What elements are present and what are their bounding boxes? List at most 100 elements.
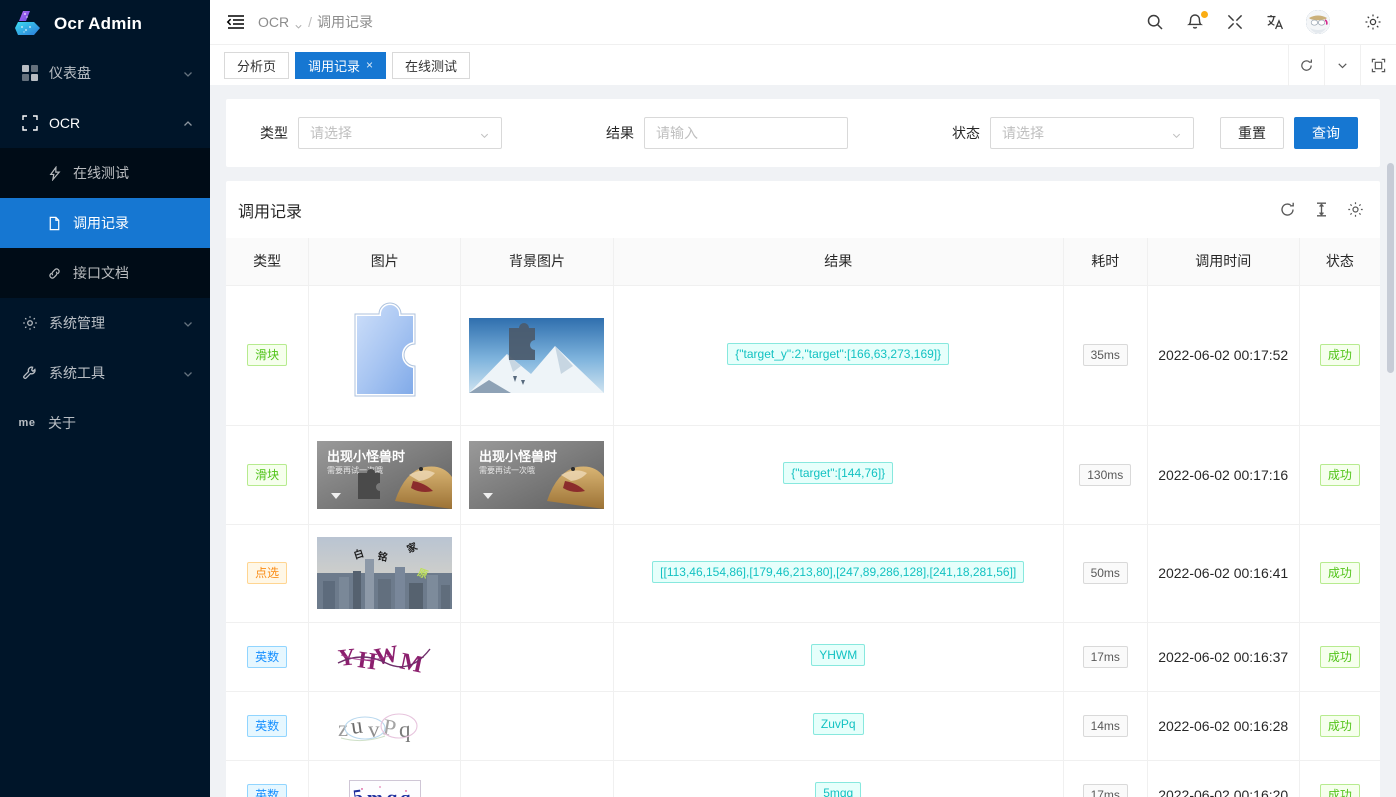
- city-skyline-thumbnail[interactable]: 白 铭 家 原: [317, 537, 452, 609]
- type-tag: 滑块: [247, 464, 287, 486]
- avatar[interactable]: [1306, 10, 1330, 34]
- duration-tag: 17ms: [1083, 784, 1128, 797]
- cell-time: 2022-06-02 00:16:41: [1147, 524, 1299, 622]
- sidebar-item-label: 关于: [48, 413, 194, 433]
- me-text-icon: me: [16, 417, 38, 429]
- type-tag: 英数: [247, 646, 287, 668]
- fullscreen-icon[interactable]: [1360, 45, 1396, 86]
- cell-image: [309, 285, 461, 425]
- tab-strip: 分析页 调用记录 × 在线测试: [210, 44, 1396, 85]
- column-header-result[interactable]: 结果: [613, 238, 1063, 285]
- bell-icon[interactable]: [1186, 13, 1204, 31]
- column-header-background[interactable]: 背景图片: [461, 238, 613, 285]
- sidebar-item-online-test[interactable]: 在线测试: [0, 148, 210, 198]
- chevron-down-icon: [1171, 128, 1182, 139]
- breadcrumb-separator: /: [308, 14, 312, 30]
- filter-result-label: 结果: [582, 123, 644, 143]
- chevron-down-icon[interactable]: [294, 18, 303, 27]
- column-header-type[interactable]: 类型: [226, 238, 309, 285]
- sidebar-item-api-docs[interactable]: 接口文档: [0, 248, 210, 298]
- puzzle-piece-thumbnail[interactable]: [337, 300, 432, 410]
- column-height-icon[interactable]: [1313, 201, 1330, 218]
- scrollbar-thumb[interactable]: [1387, 163, 1394, 373]
- chevron-down-icon: [182, 367, 194, 379]
- fullscreen-exit-icon[interactable]: [1226, 13, 1244, 31]
- tab-call-records[interactable]: 调用记录 ×: [295, 52, 386, 79]
- cell-duration: 130ms: [1063, 425, 1147, 524]
- sidebar-item-dashboard[interactable]: 仪表盘: [0, 48, 210, 98]
- sidebar-item-call-records[interactable]: 调用记录: [0, 198, 210, 248]
- cell-time: 2022-06-02 00:16:28: [1147, 691, 1299, 760]
- filter-status: 状态 请选择: [928, 117, 1194, 149]
- cell-type: 英数: [226, 760, 309, 797]
- sidebar-item-label: OCR: [49, 115, 171, 131]
- cell-result: 5mqq: [613, 760, 1063, 797]
- captcha-5mqq-thumbnail[interactable]: 5 m q q: [349, 780, 421, 797]
- refresh-icon[interactable]: [1288, 45, 1324, 86]
- filter-result: 结果 请输入: [582, 117, 848, 149]
- dinosaur-slider-thumbnail[interactable]: 出现小怪兽时 需要再试一次哦: [317, 441, 452, 509]
- column-header-image[interactable]: 图片: [309, 238, 461, 285]
- query-button[interactable]: 查询: [1294, 117, 1358, 149]
- cell-duration: 17ms: [1063, 622, 1147, 691]
- table-head: 类型 图片 背景图片 结果 耗时 调用时间 状态: [226, 238, 1380, 285]
- table-header-bar: 调用记录: [226, 181, 1380, 238]
- gear-icon[interactable]: [1347, 201, 1364, 218]
- result-input[interactable]: 请输入: [644, 117, 848, 149]
- topbar-icons: [1146, 10, 1382, 34]
- sidebar-logo[interactable]: Ocr Admin: [0, 0, 210, 48]
- status-select-value: 请选择: [1002, 123, 1044, 143]
- vertical-scrollbar[interactable]: [1387, 85, 1394, 797]
- type-select-value: 请选择: [310, 123, 352, 143]
- tab-strip-controls: [1288, 45, 1396, 86]
- cell-result: {"target":[144,76]}: [613, 425, 1063, 524]
- cell-time: 2022-06-02 00:16:37: [1147, 622, 1299, 691]
- reset-button[interactable]: 重置: [1220, 117, 1284, 149]
- table-row[interactable]: 英数 z u v P: [226, 691, 1380, 760]
- close-icon[interactable]: ×: [366, 58, 373, 72]
- breadcrumb-root[interactable]: OCR: [258, 14, 289, 30]
- tab-label: 在线测试: [405, 56, 457, 75]
- menu-fold-icon[interactable]: [226, 12, 246, 32]
- table-row[interactable]: 英数 Y H W M: [226, 622, 1380, 691]
- svg-text:出现小怪兽时: 出现小怪兽时: [479, 449, 557, 464]
- status-select[interactable]: 请选择: [990, 117, 1194, 149]
- type-select[interactable]: 请选择: [298, 117, 502, 149]
- cell-background: 出现小怪兽时 需要再试一次哦: [461, 425, 613, 524]
- chevron-up-icon: [182, 117, 194, 129]
- sidebar-item-label: 系统工具: [49, 363, 171, 383]
- duration-tag: 17ms: [1083, 646, 1128, 668]
- snow-mountain-thumbnail[interactable]: [469, 318, 604, 393]
- topbar: OCR / 调用记录: [210, 0, 1396, 44]
- table-row[interactable]: 滑块: [226, 285, 1380, 425]
- gear-icon[interactable]: [1364, 13, 1382, 31]
- tab-online-test[interactable]: 在线测试: [392, 52, 470, 79]
- chevron-down-icon: [182, 317, 194, 329]
- refresh-icon[interactable]: [1279, 201, 1296, 218]
- captcha-zuvpq-thumbnail[interactable]: z u v P q: [335, 708, 435, 744]
- column-header-status[interactable]: 状态: [1299, 238, 1380, 285]
- sidebar-item-ocr[interactable]: OCR: [0, 98, 210, 148]
- tab-analysis[interactable]: 分析页: [224, 52, 289, 79]
- table-row[interactable]: 英数 5 m q q: [226, 760, 1380, 797]
- cell-image: 5 m q q: [309, 760, 461, 797]
- chevron-down-icon[interactable]: [1324, 45, 1360, 86]
- sidebar-item-system-tools[interactable]: 系统工具: [0, 348, 210, 398]
- column-header-duration[interactable]: 耗时: [1063, 238, 1147, 285]
- sidebar-item-system-manage[interactable]: 系统管理: [0, 298, 210, 348]
- table-row[interactable]: 滑块: [226, 425, 1380, 524]
- sidebar-item-about[interactable]: me 关于: [0, 398, 210, 448]
- table-row[interactable]: 点选: [226, 524, 1380, 622]
- translate-icon[interactable]: [1266, 13, 1284, 31]
- ocr-logo-icon: [14, 9, 44, 39]
- captcha-yhwm-thumbnail[interactable]: Y H W M: [335, 639, 435, 675]
- cell-result: YHWM: [613, 622, 1063, 691]
- dinosaur-background-thumbnail[interactable]: 出现小怪兽时 需要再试一次哦: [469, 441, 604, 509]
- cell-result: ZuvPq: [613, 691, 1063, 760]
- cell-image: Y H W M: [309, 622, 461, 691]
- table-body: 滑块: [226, 285, 1380, 797]
- cell-status: 成功: [1299, 524, 1380, 622]
- column-header-time[interactable]: 调用时间: [1147, 238, 1299, 285]
- search-icon[interactable]: [1146, 13, 1164, 31]
- brand-title: Ocr Admin: [54, 14, 142, 34]
